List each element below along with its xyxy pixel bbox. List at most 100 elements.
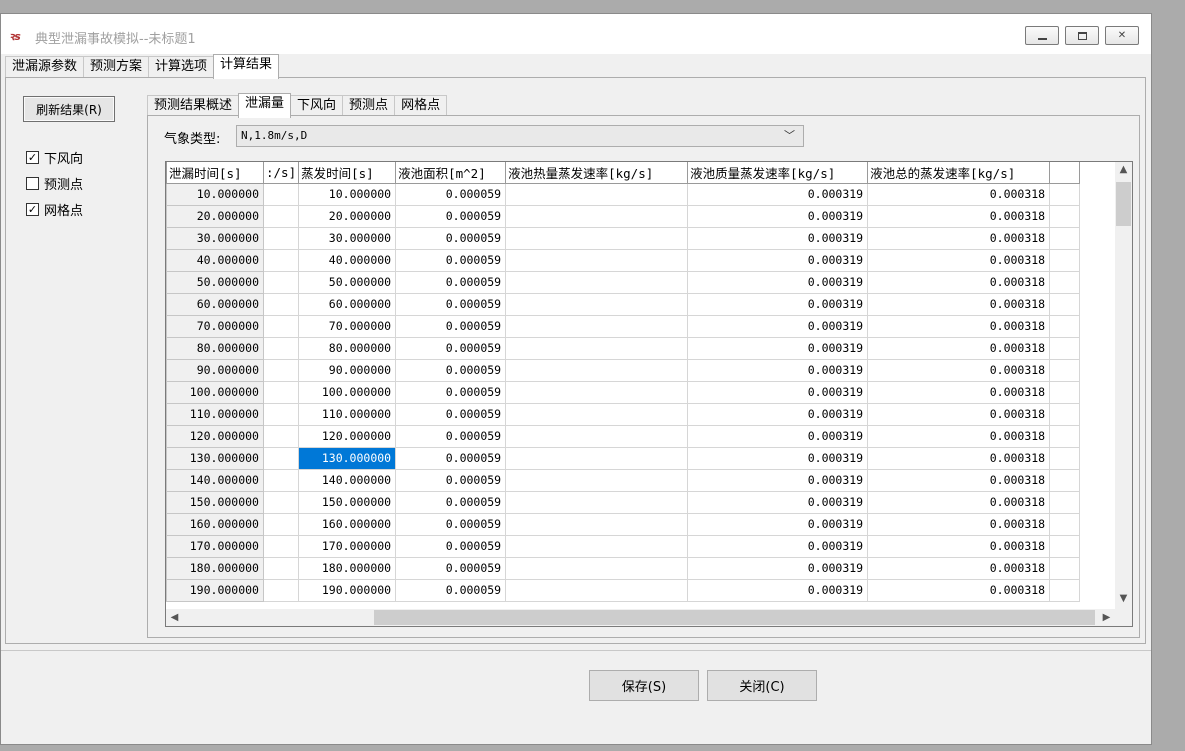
table-cell[interactable]: 0.000318 [867,292,1051,316]
table-cell[interactable]: 160.000000 [298,512,397,536]
table-cell[interactable]: 0.000319 [687,204,869,228]
horizontal-scroll-thumb[interactable] [374,610,1095,625]
table-cell[interactable]: 0.000319 [687,578,869,602]
table-cell[interactable] [262,424,300,448]
table-cell[interactable]: 0.000059 [395,226,507,250]
main-tab-0[interactable]: 泄漏源参数 [5,56,85,78]
table-row[interactable]: 80.000000 80.000000 0.000059 0.000319 0.0003… [166,336,1081,360]
close-button[interactable]: ✕ [1105,26,1139,45]
table-cell[interactable] [505,490,689,514]
table-cell[interactable]: 0.000059 [395,556,507,580]
table-cell[interactable] [1049,556,1081,580]
main-tab-2[interactable]: 计算选项 [148,56,215,78]
table-cell[interactable] [505,292,689,316]
table-cell[interactable]: 0.000319 [687,336,869,360]
table-cell[interactable]: 0.000059 [395,270,507,294]
table-cell[interactable] [1049,248,1081,272]
table-cell[interactable] [262,490,300,514]
table-cell[interactable]: 70.000000 [298,314,397,338]
vertical-scroll-thumb[interactable] [1116,182,1131,226]
horizontal-scrollbar[interactable]: ◀ ▶ [166,609,1132,626]
table-cell[interactable] [262,380,300,404]
table-cell[interactable] [505,512,689,536]
table-cell[interactable] [505,402,689,426]
table-cell[interactable]: 0.000319 [687,226,869,250]
table-cell[interactable]: 0.000059 [395,358,507,382]
table-cell[interactable] [1049,402,1081,426]
checkbox-prediction-point[interactable]: 预测点 [26,174,83,193]
checkbox-prediction-point-box[interactable] [26,177,39,190]
column-header[interactable]: 液池面积[m^2] [395,162,507,184]
table-cell[interactable]: 50.000000 [166,270,264,294]
table-row[interactable]: 180.000000 180.000000 0.000059 0.000319 0.00… [166,556,1081,580]
table-cell[interactable]: 0.000318 [867,182,1051,206]
table-cell[interactable]: 0.000318 [867,226,1051,250]
table-cell[interactable]: 0.000318 [867,468,1051,492]
table-cell[interactable]: 0.000318 [867,578,1051,602]
table-cell[interactable]: 190.000000 [298,578,397,602]
table-cell[interactable]: 160.000000 [166,512,264,536]
table-cell[interactable]: 20.000000 [166,204,264,228]
table-cell[interactable]: 190.000000 [166,578,264,602]
table-cell[interactable] [505,468,689,492]
table-cell[interactable]: 0.000059 [395,248,507,272]
table-cell[interactable] [262,248,300,272]
table-cell[interactable] [262,468,300,492]
minimize-button[interactable] [1025,26,1059,45]
table-cell[interactable]: 30.000000 [298,226,397,250]
table-cell[interactable]: 0.000318 [867,358,1051,382]
table-cell[interactable] [505,248,689,272]
table-cell[interactable]: 0.000319 [687,424,869,448]
table-cell[interactable] [505,380,689,404]
table-cell[interactable] [1049,314,1081,338]
table-cell[interactable]: 0.000059 [395,380,507,404]
table-cell[interactable]: 0.000318 [867,490,1051,514]
scroll-down-icon[interactable]: ▼ [1115,593,1132,610]
table-cell[interactable]: 0.000319 [687,182,869,206]
table-cell[interactable] [262,402,300,426]
table-row[interactable]: 130.000000 130.000000 0.000059 0.000319 0.00… [166,446,1081,470]
close-dialog-button[interactable]: 关闭(C) [707,670,817,701]
table-cell[interactable] [262,336,300,360]
table-cell[interactable]: 0.000318 [867,380,1051,404]
table-cell[interactable] [505,358,689,382]
table-cell[interactable]: 0.000319 [687,556,869,580]
table-cell[interactable]: 0.000059 [395,182,507,206]
table-cell[interactable] [1049,534,1081,558]
checkbox-grid-point-box[interactable]: ✓ [26,203,39,216]
table-cell[interactable]: 0.000318 [867,314,1051,338]
table-row[interactable]: 60.000000 60.000000 0.000059 0.000319 0.0003… [166,292,1081,316]
table-cell[interactable]: 0.000059 [395,292,507,316]
table-cell[interactable]: 30.000000 [166,226,264,250]
table-cell[interactable] [1049,358,1081,382]
refresh-results-button[interactable]: 刷新结果(R) [23,96,115,122]
table-cell[interactable]: 120.000000 [166,424,264,448]
table-cell[interactable] [262,182,300,206]
table-cell[interactable]: 90.000000 [298,358,397,382]
table-cell[interactable] [505,446,689,470]
table-cell[interactable] [505,556,689,580]
main-tab-3[interactable]: 计算结果 [213,54,280,79]
table-cell[interactable]: 0.000318 [867,534,1051,558]
table-row[interactable]: 70.000000 70.000000 0.000059 0.000319 0.0003… [166,314,1081,338]
table-cell[interactable] [1049,380,1081,404]
table-cell[interactable]: 0.000319 [687,270,869,294]
table-cell[interactable]: 10.000000 [166,182,264,206]
table-cell[interactable] [1049,270,1081,294]
table-cell[interactable] [1049,468,1081,492]
table-cell[interactable]: 0.000318 [867,424,1051,448]
table-cell[interactable]: 0.000318 [867,270,1051,294]
table-cell[interactable]: 0.000059 [395,402,507,426]
table-cell[interactable] [1049,204,1081,228]
table-cell[interactable]: 0.000059 [395,534,507,558]
table-cell[interactable]: 0.000059 [395,424,507,448]
table-cell[interactable]: 0.000318 [867,446,1051,470]
table-cell[interactable]: 0.000318 [867,248,1051,272]
results-grid[interactable]: 泄漏时间[s]:/s] 蒸发时间[s] 液池面积[m^2] 液池热量蒸发速率[kg/s… [165,161,1133,627]
table-cell[interactable] [262,358,300,382]
table-cell[interactable] [1049,578,1081,602]
table-cell[interactable]: 140.000000 [298,468,397,492]
table-cell[interactable]: 100.000000 [298,380,397,404]
table-cell[interactable]: 0.000319 [687,512,869,536]
table-cell[interactable] [1049,424,1081,448]
